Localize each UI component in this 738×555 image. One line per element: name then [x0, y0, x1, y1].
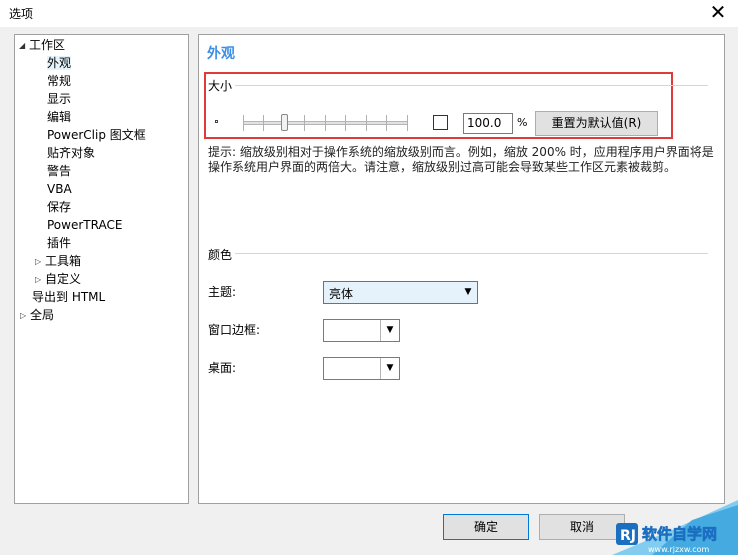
slider-tick	[325, 115, 326, 131]
tree-item-label: 插件	[47, 236, 72, 250]
size-group-label: 大小	[208, 79, 233, 93]
tree-item-vba[interactable]: VBA	[47, 180, 72, 198]
tree-item-display[interactable]: 显示	[47, 90, 71, 108]
tree-item-label: PowerClip 图文框	[47, 128, 146, 142]
appearance-panel: 外观 大小 100.0 % 重置为默认值(R) 提示: 缩放级别相对于操作系统的…	[198, 34, 725, 504]
tree-item-label: 外观	[47, 56, 72, 70]
ok-button[interactable]: 确定	[443, 514, 529, 540]
tree-item-label: VBA	[47, 182, 72, 196]
size-group-divider	[235, 85, 708, 86]
tree-item-general[interactable]: 常规	[47, 72, 71, 90]
collapsed-arrow-icon[interactable]: ▷	[20, 307, 30, 325]
collapsed-arrow-icon[interactable]: ▷	[35, 271, 45, 289]
category-tree: ◢ 工作区 外观 常规 显示 编辑 PowerClip 图文框 贴齐对象 警告 V…	[14, 34, 189, 504]
color-group-divider	[235, 253, 708, 254]
window-title: 选项	[9, 7, 34, 21]
tree-item-toolbox[interactable]: ▷ 工具箱	[35, 252, 81, 270]
window-border-color-picker[interactable]: ▼	[323, 319, 400, 342]
desktop-label: 桌面:	[208, 361, 237, 375]
svg-text:RJ: RJ	[620, 528, 636, 544]
tree-item-label: 显示	[47, 92, 72, 106]
theme-select-value: 亮体	[329, 287, 354, 301]
tree-item-warnings[interactable]: 警告	[47, 162, 71, 180]
page-title: 外观	[207, 46, 235, 62]
tree-item-appearance[interactable]: 外观	[47, 54, 72, 72]
collapsed-arrow-icon[interactable]: ▷	[35, 253, 45, 271]
zoom-hint-text: 提示: 缩放级别相对于操作系统的缩放级别而言。例如，缩放 200% 时，应用程序…	[208, 145, 714, 174]
tree-item-export-html[interactable]: 导出到 HTML	[32, 288, 105, 306]
desktop-color-picker[interactable]: ▼	[323, 357, 400, 380]
watermark-url: www.rjzxw.com	[648, 545, 710, 554]
tree-item-label: 编辑	[47, 110, 72, 124]
tree-item-label: 贴齐对象	[47, 146, 96, 160]
tree-item-label: PowerTRACE	[47, 218, 123, 232]
tree-item-global[interactable]: ▷ 全局	[20, 306, 54, 324]
slider-tick	[345, 115, 346, 131]
slider-tick	[386, 115, 387, 131]
tree-item-workspace[interactable]: ◢ 工作区	[19, 36, 65, 54]
window-border-label: 窗口边框:	[208, 323, 261, 337]
tree-item-save[interactable]: 保存	[47, 198, 71, 216]
watermark-text: 软件自学网	[642, 525, 717, 543]
tree-item-label: 工具箱	[45, 254, 82, 268]
tree-item-label: 常规	[47, 74, 72, 88]
zoom-slider-thumb[interactable]	[281, 114, 288, 131]
percent-unit: %	[517, 116, 528, 129]
tree-item-edit[interactable]: 编辑	[47, 108, 71, 126]
slider-tick	[407, 115, 408, 131]
tree-item-customize[interactable]: ▷ 自定义	[35, 270, 81, 288]
slider-tick	[263, 115, 264, 131]
tree-item-label: 自定义	[45, 272, 82, 286]
tree-item-label: 工作区	[29, 38, 66, 52]
tree-item-label: 导出到 HTML	[32, 290, 106, 304]
slider-tick	[304, 115, 305, 131]
tree-item-label: 保存	[47, 200, 72, 214]
zoom-checkbox[interactable]	[433, 115, 448, 130]
small-size-icon	[215, 120, 218, 123]
tree-item-snap[interactable]: 贴齐对象	[47, 144, 95, 162]
tree-item-label: 全局	[30, 308, 55, 322]
chevron-down-icon[interactable]: ▼	[380, 358, 399, 379]
tree-item-powerclip[interactable]: PowerClip 图文框	[47, 126, 146, 144]
theme-select[interactable]: 亮体 ▼	[323, 281, 478, 304]
tree-item-plugins[interactable]: 插件	[47, 234, 71, 252]
color-group-label: 颜色	[208, 248, 233, 262]
theme-label: 主题:	[208, 285, 237, 299]
title-bar: 选项 ✕	[0, 0, 738, 27]
chevron-down-icon[interactable]: ▼	[380, 320, 399, 341]
reset-default-button[interactable]: 重置为默认值(R)	[535, 111, 658, 136]
tree-item-label: 警告	[47, 164, 72, 178]
tree-item-powertrace[interactable]: PowerTRACE	[47, 216, 122, 234]
zoom-input[interactable]: 100.0	[463, 113, 513, 134]
close-icon[interactable]: ✕	[706, 0, 730, 24]
slider-tick	[366, 115, 367, 131]
chevron-down-icon[interactable]: ▼	[459, 282, 477, 303]
watermark-logo: RJ 软件自学网 www.rjzxw.com	[612, 500, 738, 555]
expanded-arrow-icon[interactable]: ◢	[19, 37, 29, 55]
slider-tick	[243, 115, 244, 131]
